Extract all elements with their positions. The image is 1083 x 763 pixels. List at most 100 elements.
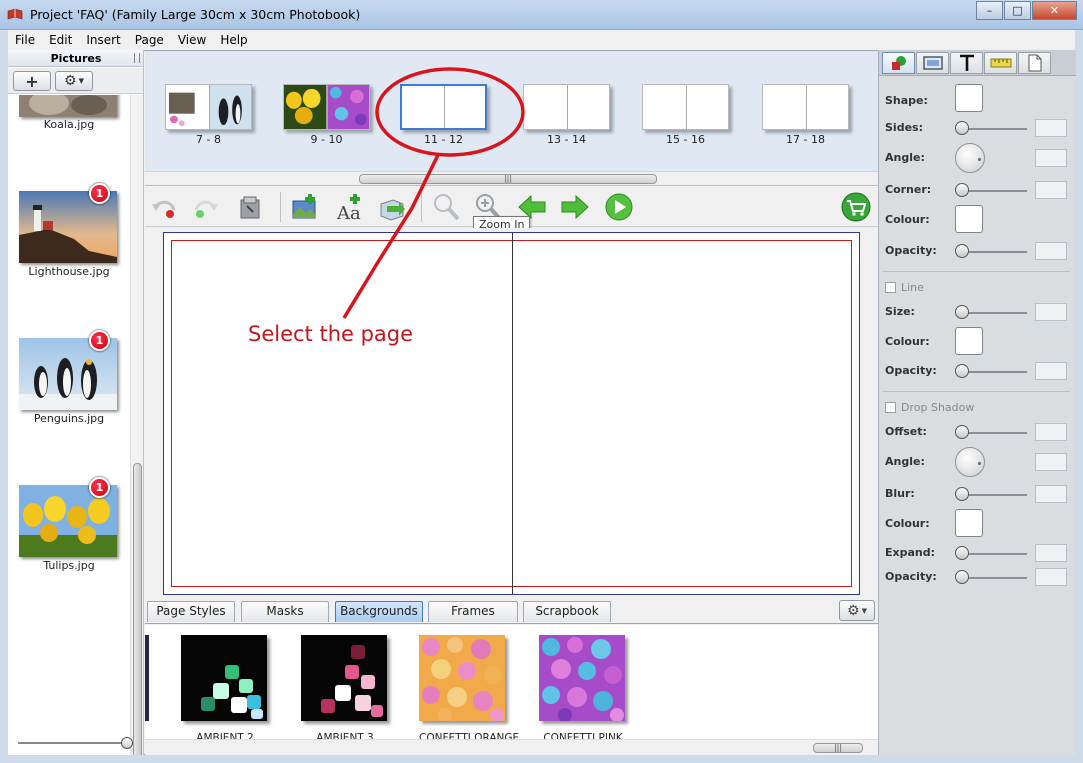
shadow-offset-value-field[interactable] bbox=[1035, 423, 1067, 441]
tab-masks[interactable]: Masks bbox=[241, 601, 329, 622]
page-strip-scrollbar-thumb[interactable]: ||| bbox=[359, 174, 657, 184]
shadow-offset-slider[interactable] bbox=[955, 425, 969, 439]
zoom-out-icon bbox=[434, 194, 460, 221]
zoom-out-button[interactable] bbox=[431, 192, 461, 222]
angle-dial[interactable] bbox=[955, 143, 985, 173]
backgrounds-gallery[interactable]: AMBIENT 2 AMBIENT 3 CONFETTI ORANGE CONF… bbox=[145, 625, 878, 755]
line-opacity-label: Opacity: bbox=[885, 364, 937, 377]
shadow-blur-value-field[interactable] bbox=[1035, 485, 1067, 503]
pictures-list[interactable]: Koala.jpg 1 Lighthouse.jpg 1 Penguins.jp… bbox=[8, 95, 130, 755]
tab-text-properties[interactable] bbox=[950, 52, 983, 74]
library-settings-button[interactable]: ⚙ ▼ bbox=[839, 600, 875, 621]
gallery-scrollbar-thumb[interactable]: ||| bbox=[813, 743, 863, 753]
svg-text:Aa: Aa bbox=[336, 203, 361, 222]
page-strip-scrollbar[interactable]: ||| bbox=[145, 171, 878, 185]
menu-page[interactable]: Page bbox=[128, 33, 171, 47]
page-spread-canvas[interactable] bbox=[163, 232, 860, 595]
autofill-button[interactable] bbox=[235, 192, 265, 222]
shadow-expand-value-field[interactable] bbox=[1035, 544, 1067, 562]
redo-button[interactable] bbox=[191, 192, 221, 222]
maximize-icon: □ bbox=[1012, 4, 1023, 17]
picture-label: Koala.jpg bbox=[43, 118, 95, 131]
line-colour-swatch[interactable] bbox=[955, 327, 983, 355]
pictures-header: Pictures bbox=[8, 50, 143, 67]
maximize-button[interactable]: □ bbox=[1004, 1, 1031, 20]
add-text-box-icon: Aa bbox=[336, 194, 361, 222]
shadow-colour-swatch[interactable] bbox=[955, 509, 983, 537]
pictures-settings-button[interactable]: ⚙ ▼ bbox=[55, 71, 93, 91]
opacity-value-field[interactable] bbox=[1035, 242, 1067, 260]
minimize-button[interactable]: – bbox=[976, 1, 1003, 20]
background-item-ambient-2[interactable]: AMBIENT 2 bbox=[181, 635, 269, 744]
menu-help[interactable]: Help bbox=[213, 33, 254, 47]
shadow-expand-label: Expand: bbox=[885, 546, 936, 559]
gallery-scrollbar[interactable]: ||| bbox=[145, 739, 878, 755]
drop-shadow-checkbox[interactable] bbox=[885, 402, 896, 413]
line-opacity-value-field[interactable] bbox=[1035, 362, 1067, 380]
background-item-ambient-3[interactable]: AMBIENT 3 bbox=[301, 635, 389, 744]
menu-view[interactable]: View bbox=[171, 33, 213, 47]
pictures-panel: Pictures + ⚙ ▼ Koala.jpg 1 Lighthouse.jp… bbox=[8, 50, 144, 755]
spread-label: 11 - 12 bbox=[424, 133, 463, 146]
page-spread-15-16[interactable] bbox=[642, 84, 729, 130]
add-picture-box-button[interactable] bbox=[290, 192, 320, 222]
shape-selector[interactable] bbox=[955, 84, 983, 112]
ambient-3-thumbnail bbox=[301, 635, 387, 721]
tab-position-properties[interactable] bbox=[984, 52, 1017, 74]
shadow-blur-slider[interactable] bbox=[955, 487, 969, 501]
tab-scrapbook[interactable]: Scrapbook bbox=[523, 601, 611, 622]
fill-colour-swatch[interactable] bbox=[955, 205, 983, 233]
menu-bar: File Edit Insert Page View Help bbox=[8, 30, 1075, 50]
tab-shape-properties[interactable] bbox=[882, 52, 915, 74]
add-text-box-button[interactable]: Aa bbox=[335, 192, 365, 222]
pictures-scrollbar-thumb[interactable] bbox=[133, 463, 142, 755]
tab-frame-properties[interactable] bbox=[916, 52, 949, 74]
add-picture-button[interactable]: + bbox=[13, 71, 51, 91]
panel-grip-icon[interactable] bbox=[134, 53, 140, 63]
angle-value-field[interactable] bbox=[1035, 149, 1067, 167]
pictures-title: Pictures bbox=[50, 52, 102, 65]
add-clipart-button[interactable] bbox=[377, 192, 407, 222]
shape-label: Shape: bbox=[885, 94, 928, 107]
background-item-confetti-orange[interactable]: CONFETTI ORANGE bbox=[419, 635, 519, 744]
menu-file[interactable]: File bbox=[8, 33, 42, 47]
page-spread-11-12[interactable] bbox=[400, 84, 487, 130]
page-spread-17-18[interactable] bbox=[762, 84, 849, 130]
corner-value-field[interactable] bbox=[1035, 181, 1067, 199]
picture-label: Lighthouse.jpg bbox=[28, 265, 110, 278]
line-size-value-field[interactable] bbox=[1035, 303, 1067, 321]
menu-insert[interactable]: Insert bbox=[79, 33, 127, 47]
thumbnail-size-slider-knob[interactable] bbox=[121, 737, 133, 749]
preview-button[interactable] bbox=[604, 192, 634, 222]
order-button[interactable] bbox=[841, 192, 871, 222]
tab-backgrounds[interactable]: Backgrounds bbox=[335, 601, 423, 622]
tab-page-properties[interactable] bbox=[1018, 52, 1051, 74]
page-spread-9-10[interactable] bbox=[283, 84, 370, 130]
colour-label: Colour: bbox=[885, 213, 930, 226]
opacity-slider[interactable] bbox=[955, 244, 969, 258]
line-size-slider[interactable] bbox=[955, 305, 969, 319]
tab-page-styles[interactable]: Page Styles bbox=[147, 601, 235, 622]
shadow-angle-dial[interactable] bbox=[955, 447, 985, 477]
sides-slider[interactable] bbox=[955, 121, 969, 135]
pictures-scrollbar[interactable] bbox=[130, 95, 143, 755]
next-page-button[interactable] bbox=[560, 192, 590, 222]
page-spread-13-14[interactable] bbox=[523, 84, 610, 130]
corner-slider[interactable] bbox=[955, 183, 969, 197]
tab-frames[interactable]: Frames bbox=[428, 601, 518, 622]
shadow-opacity-slider[interactable] bbox=[955, 570, 969, 584]
undo-button[interactable] bbox=[149, 192, 179, 222]
title-bar: Project 'FAQ' (Family Large 30cm x 30cm … bbox=[0, 0, 1083, 30]
shadow-expand-slider[interactable] bbox=[955, 546, 969, 560]
menu-edit[interactable]: Edit bbox=[42, 33, 79, 47]
page-spread-7-8[interactable] bbox=[165, 84, 252, 130]
line-checkbox[interactable] bbox=[885, 282, 896, 293]
thumbnail-size-slider-track[interactable] bbox=[18, 742, 126, 744]
shadow-angle-value-field[interactable] bbox=[1035, 453, 1067, 471]
sides-value-field[interactable] bbox=[1035, 119, 1067, 137]
shadow-opacity-value-field[interactable] bbox=[1035, 568, 1067, 586]
close-button[interactable]: ✕ bbox=[1032, 1, 1077, 20]
page-strip: 7 - 8 9 - 10 11 - 12 13 - 14 15 - 16 17 … bbox=[145, 51, 878, 186]
background-item-confetti-pink[interactable]: CONFETTI PINK bbox=[539, 635, 627, 744]
line-opacity-slider[interactable] bbox=[955, 364, 969, 378]
